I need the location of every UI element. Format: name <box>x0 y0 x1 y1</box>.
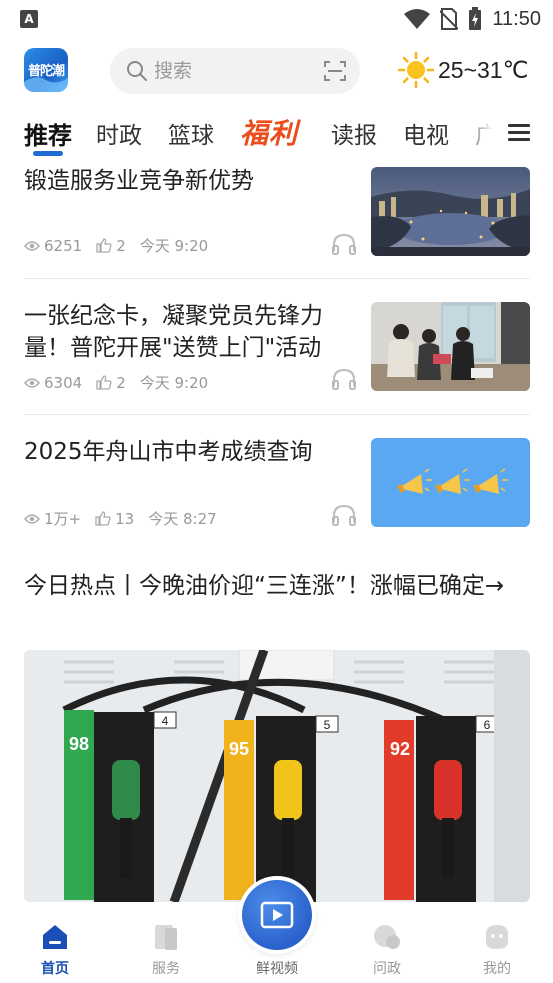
search-input[interactable] <box>154 60 304 82</box>
featured-title[interactable]: 今日热点丨今晚油价迎“三连涨”！涨幅已确定→ <box>24 570 530 602</box>
nav-ask-gov[interactable]: 问政 <box>352 922 422 978</box>
news-title: 一张纪念卡，凝聚党员先锋力量！普陀开展"送赞上门"活动 <box>24 303 323 361</box>
headphones-icon[interactable] <box>332 233 356 255</box>
clock: 11:50 <box>492 7 541 30</box>
thumbs-up-icon <box>96 375 112 390</box>
tab-fade-overlay <box>458 108 508 160</box>
fuel-pump-nozzles-photo: 98 95 92 4 5 6 <box>24 650 530 902</box>
divider <box>24 278 530 279</box>
no-sim-icon <box>440 8 459 30</box>
nav-video-label: 鲜视频 <box>256 961 298 977</box>
publish-time: 今天 8:27 <box>148 510 217 528</box>
news-thumbnail <box>371 167 530 256</box>
thumbs-up-icon <box>96 238 112 253</box>
profile-icon <box>486 925 508 949</box>
nav-home[interactable]: 首页 <box>20 922 90 978</box>
office-people-photo <box>371 302 530 391</box>
news-thumbnail <box>371 438 530 527</box>
tab-newspaper[interactable]: 读报 <box>331 116 377 150</box>
search-bar[interactable] <box>110 48 360 94</box>
news-title: 锻造服务业竞争新优势 <box>24 168 254 194</box>
weather-widget[interactable]: 25~31℃ <box>398 52 528 88</box>
search-icon <box>127 61 147 81</box>
pump-grade-label: 92 <box>390 739 410 759</box>
app-header: 普陀潮 25~31℃ <box>0 44 553 98</box>
megaphones-on-blue <box>371 438 530 527</box>
likes: 2 <box>96 237 126 255</box>
news-meta: 1万+ 13 今天 8:27 <box>24 508 223 529</box>
views: 6304 <box>24 374 82 392</box>
news-thumbnail <box>371 302 530 391</box>
news-title: 2025年舟山市中考成绩查询 <box>24 439 313 465</box>
svg-text:普陀潮: 普陀潮 <box>28 63 65 79</box>
tab-recommend[interactable]: 推荐 <box>24 116 72 151</box>
pump-number: 6 <box>484 718 491 732</box>
app-logo[interactable]: 普陀潮 <box>24 48 68 92</box>
video-play-icon <box>260 901 294 929</box>
tab-basketball[interactable]: 篮球 <box>168 116 214 150</box>
eye-icon <box>24 240 40 251</box>
nav-profile[interactable]: 我的 <box>462 922 532 978</box>
notification-icon: A <box>20 10 38 28</box>
headphones-icon[interactable] <box>332 504 356 526</box>
channel-tabs: 推荐 时政 篮球 福利 读报 电视 广 <box>0 108 553 160</box>
divider <box>24 414 530 415</box>
wifi-icon <box>404 9 431 29</box>
channel-menu-icon[interactable] <box>508 124 530 142</box>
eye-icon <box>24 377 40 388</box>
likes: 2 <box>96 374 126 392</box>
pump-grade-label: 95 <box>229 739 249 759</box>
battery-charging-icon <box>469 7 482 30</box>
tab-welfare[interactable]: 福利 <box>240 112 298 152</box>
service-icon <box>155 925 177 950</box>
news-meta: 6251 2 今天 9:20 <box>24 235 214 256</box>
city-lake-night-photo <box>371 167 530 256</box>
news-item[interactable]: 一张纪念卡，凝聚党员先锋力量！普陀开展"送赞上门"活动 6304 2 今天 9:… <box>24 300 530 400</box>
nav-service[interactable]: 服务 <box>131 922 201 978</box>
views: 6251 <box>24 237 82 255</box>
news-item[interactable]: 2025年舟山市中考成绩查询 1万+ 13 今天 8:27 <box>24 436 530 536</box>
headphones-icon[interactable] <box>332 368 356 390</box>
status-bar: A 11:50 <box>0 0 553 38</box>
publish-time: 今天 9:20 <box>139 237 209 255</box>
sun-icon <box>398 52 434 88</box>
pump-number: 4 <box>162 714 169 728</box>
active-tab-indicator <box>33 151 63 156</box>
eye-icon <box>24 513 40 524</box>
nav-video-button[interactable] <box>238 876 316 954</box>
likes: 13 <box>95 510 134 528</box>
scan-icon[interactable] <box>324 60 346 82</box>
tab-tv[interactable]: 电视 <box>403 116 449 150</box>
temperature: 25~31℃ <box>438 56 529 83</box>
tab-politics[interactable]: 时政 <box>96 116 142 150</box>
home-icon <box>43 925 67 949</box>
publish-time: 今天 9:20 <box>139 374 209 392</box>
views: 1万+ <box>24 508 81 529</box>
pump-number: 5 <box>324 718 331 732</box>
news-meta: 6304 2 今天 9:20 <box>24 372 214 393</box>
thumbs-up-icon <box>95 511 111 526</box>
pump-grade-label: 98 <box>69 734 89 754</box>
logo-mark: 普陀潮 <box>24 63 68 92</box>
ask-gov-icon <box>374 925 400 949</box>
featured-image[interactable]: 98 95 92 4 5 6 <box>24 650 530 902</box>
news-item[interactable]: 锻造服务业竞争新优势 6251 2 今天 9:20 <box>24 165 530 265</box>
